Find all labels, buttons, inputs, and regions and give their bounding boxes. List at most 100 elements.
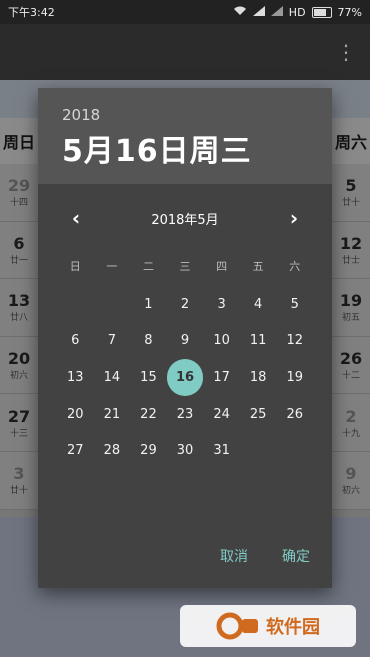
overflow-menu-icon[interactable]: ⋮ — [336, 42, 356, 62]
day-cell[interactable]: 28 — [94, 432, 131, 469]
bg-lunar-label: 十二 — [341, 371, 360, 382]
status-time: 下午3:42 — [8, 6, 55, 19]
bg-day-cell: 2 十九 — [332, 394, 370, 452]
day-grid: 1 2 3 4 5 6 7 8 9 10 11 12 13 14 15 16 17 18 19 20 21 22 23 24 2… — [38, 286, 332, 469]
day-cell[interactable]: 27 — [57, 432, 94, 469]
bg-column-left: 29 十四 6 廿一 13 廿八 20 初六 27 十三 3 廿十 — [0, 164, 38, 510]
weekday-label: 六 — [289, 260, 301, 273]
bg-lunar-label: 十九 — [341, 428, 360, 439]
week-row: 6 7 8 9 10 11 12 — [38, 323, 332, 360]
day-cell[interactable]: 19 — [276, 359, 313, 396]
day-cell[interactable]: 25 — [240, 396, 277, 433]
bg-day-cell: 26 十二 — [332, 336, 370, 395]
day-cell[interactable]: 7 — [94, 323, 131, 360]
bg-day-cell: 29 十四 — [0, 164, 38, 222]
day-cell[interactable]: 1 — [130, 286, 167, 323]
bg-header-left: 周日 — [0, 118, 38, 164]
bg-day-cell: 3 廿十 — [0, 451, 38, 510]
day-cell[interactable]: 3 — [203, 286, 240, 323]
week-row: 12345 — [38, 286, 332, 323]
day-cell[interactable]: 22 — [130, 396, 167, 433]
day-cell[interactable]: 11 — [240, 323, 277, 360]
bg-day-cell: 12 廿士 — [332, 221, 370, 280]
day-cell-selected[interactable]: 16 — [166, 359, 204, 396]
weekday-label: 日 — [69, 260, 81, 273]
bg-header-right: 周六 — [332, 118, 370, 164]
bg-day-number: 20 — [7, 349, 31, 369]
bg-day-number: 29 — [7, 176, 31, 196]
dialog-actions: 取消 确定 — [216, 540, 314, 572]
bg-lunar-label: 初六 — [9, 371, 28, 382]
day-cell[interactable]: 10 — [203, 323, 240, 360]
bg-day-number: 13 — [7, 291, 31, 311]
day-cell[interactable]: 18 — [240, 359, 277, 396]
bg-day-number: 19 — [339, 291, 363, 311]
network-type: HD — [288, 5, 306, 19]
status-bar: 下午3:42 HD 77% — [0, 0, 370, 24]
bg-lunar-label: 十三 — [9, 428, 28, 439]
bg-day-cell: 5 廿十 — [332, 164, 370, 222]
day-cell[interactable]: 30 — [167, 432, 204, 469]
day-cell[interactable]: 29 — [130, 432, 167, 469]
bg-lunar-label: 廿八 — [9, 313, 28, 324]
day-cell[interactable]: 12 — [276, 323, 313, 360]
bg-lunar-label: 廿十 — [9, 486, 28, 497]
bg-day-number: 26 — [339, 349, 363, 369]
day-cell[interactable]: 13 — [57, 359, 94, 396]
status-indicators: HD 77% — [233, 5, 362, 19]
bg-day-number: 27 — [7, 406, 31, 426]
weekday-label: 五 — [252, 260, 264, 273]
day-cell[interactable]: 4 — [240, 286, 277, 323]
bg-day-number: 2 — [345, 406, 357, 426]
weekday-label: 四 — [216, 260, 228, 273]
day-cell[interactable]: 9 — [167, 323, 204, 360]
day-cell[interactable]: 15 — [130, 359, 167, 396]
day-cell[interactable]: 8 — [130, 323, 167, 360]
week-row: 13 14 15 16 17 18 19 — [38, 359, 332, 396]
bg-lunar-label: 初六 — [341, 486, 360, 497]
day-cell[interactable]: 17 — [203, 359, 240, 396]
date-picker-dialog: 2018 5月16日周三 ‹ 2018年5月 › 日一二三四五六 1234567… — [38, 88, 332, 588]
bg-day-cell: 19 初五 — [332, 279, 370, 337]
day-cell[interactable]: 26 — [276, 396, 313, 433]
day-cell[interactable]: 31 — [203, 432, 240, 469]
bg-day-number: 6 — [13, 233, 25, 253]
week-row: 27 28 29 30 31 — [38, 432, 332, 469]
bg-day-cell: 20 初六 — [0, 336, 38, 395]
day-cell[interactable]: 20 — [57, 396, 94, 433]
signal-icon — [252, 5, 265, 19]
bg-day-number: 3 — [13, 464, 25, 484]
cancel-button[interactable]: 取消 — [216, 540, 252, 572]
watermark-logo: 软件园 — [180, 605, 356, 647]
weekday-label: 三 — [179, 260, 191, 273]
bg-lunar-label: 十四 — [9, 198, 28, 209]
day-cell[interactable]: 14 — [94, 359, 131, 396]
signal-icon-2 — [270, 5, 283, 19]
weekday-label: 二 — [142, 260, 154, 273]
battery-level: 77% — [337, 5, 362, 19]
day-cell[interactable]: 6 — [57, 323, 94, 360]
bg-day-cell: 27 十三 — [0, 394, 38, 452]
bg-day-cell: 13 廿八 — [0, 279, 38, 337]
week-row: 20 21 22 23 24 25 26 — [38, 396, 332, 433]
dialog-header: 2018 5月16日周三 — [38, 88, 332, 184]
bg-lunar-label: 廿十 — [341, 198, 360, 209]
bg-day-cell: 6 廿一 — [0, 221, 38, 280]
header-selected-date[interactable]: 5月16日周三 — [62, 126, 308, 170]
logo-icon — [216, 612, 258, 640]
weekday-header: 日一二三四五六 — [38, 252, 332, 280]
watermark-text: 软件园 — [266, 617, 320, 638]
bg-lunar-label: 初五 — [341, 313, 360, 324]
bg-day-number: 12 — [339, 233, 363, 253]
chevron-right-icon[interactable]: › — [282, 206, 306, 230]
bg-day-cell: 9 初六 — [332, 451, 370, 510]
day-cell[interactable]: 2 — [167, 286, 204, 323]
ok-button[interactable]: 确定 — [278, 540, 314, 572]
day-cell[interactable]: 5 — [276, 286, 313, 323]
app-bar: ⋮ — [0, 24, 370, 80]
header-year[interactable]: 2018 — [62, 106, 308, 124]
day-cell[interactable]: 21 — [94, 396, 131, 433]
day-cell[interactable]: 23 — [167, 396, 204, 433]
battery-icon — [311, 6, 332, 18]
day-cell[interactable]: 24 — [203, 396, 240, 433]
